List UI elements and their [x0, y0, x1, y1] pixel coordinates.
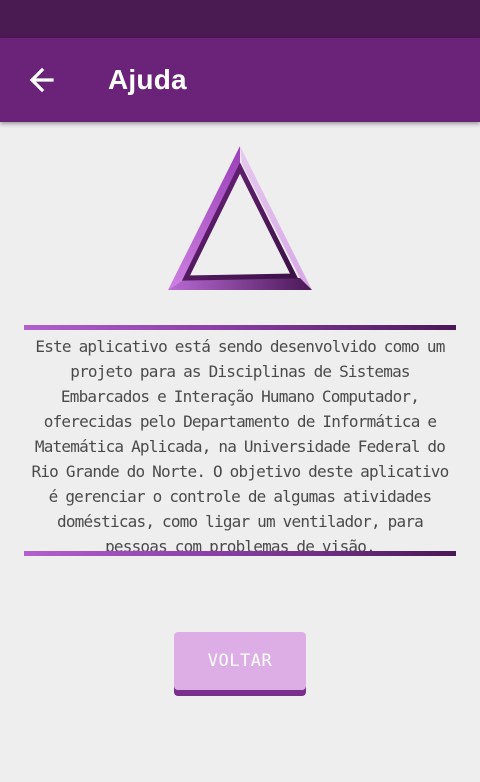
voltar-button[interactable]: VOLTAR [174, 632, 306, 696]
triangle-logo-icon [162, 142, 322, 298]
divider-bottom [24, 551, 456, 556]
back-button[interactable] [22, 60, 62, 100]
arrow-left-icon [29, 67, 54, 93]
status-bar [0, 0, 480, 38]
app-bar: Ajuda [0, 38, 480, 122]
page-title: Ajuda [108, 64, 187, 95]
divider-top [24, 325, 456, 330]
about-text: Este aplicativo está sendo desenvolvido … [31, 337, 450, 556]
